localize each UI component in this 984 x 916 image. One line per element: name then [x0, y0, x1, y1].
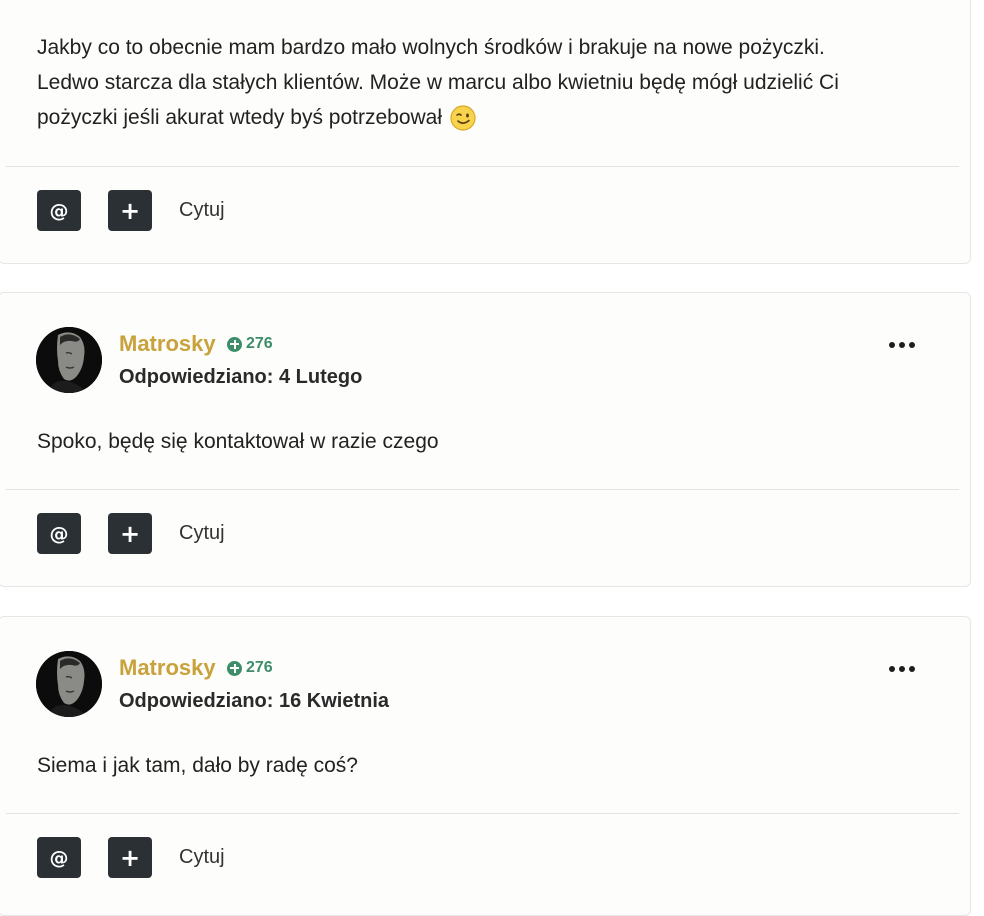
author-name[interactable]: Matrosky [119, 331, 216, 357]
post-card: Matrosky 276 Odpowiedziano: 4 Lutego Spo… [0, 292, 971, 587]
reputation-count: 276 [246, 335, 273, 352]
add-button[interactable]: + [108, 190, 152, 231]
post-body: Siema i jak tam, dało by radę coś? [37, 754, 358, 777]
reputation-badge: 276 [227, 659, 273, 677]
avatar[interactable] [36, 651, 102, 717]
avatar[interactable] [36, 327, 102, 393]
plus-circle-icon [227, 660, 242, 676]
divider [6, 813, 959, 814]
plus-circle-icon [227, 336, 242, 352]
avatar-image [36, 327, 102, 393]
post-date: Odpowiedziano: 4 Lutego [119, 366, 363, 388]
more-options-icon[interactable] [889, 340, 915, 350]
post-body: Jakby co to obecnie mam bardzo mało woln… [37, 30, 940, 135]
post-card: Jakby co to obecnie mam bardzo mało woln… [0, 0, 971, 264]
reputation-count: 276 [246, 659, 273, 676]
more-options-icon[interactable] [889, 664, 915, 674]
post-text-last-line: pożyczki jeśli akurat wtedy byś potrzebo… [37, 100, 940, 135]
add-button[interactable]: + [108, 513, 152, 554]
divider [6, 166, 959, 167]
post-text-line: Ledwo starcza dla stałych klientów. Może… [37, 71, 839, 94]
post-card: Matrosky 276 Odpowiedziano: 16 Kwietnia … [0, 616, 971, 916]
mention-button[interactable]: @ [37, 190, 81, 231]
add-button[interactable]: + [108, 837, 152, 878]
avatar-image [36, 651, 102, 717]
post-date: Odpowiedziano: 16 Kwietnia [119, 690, 390, 712]
mention-button[interactable]: @ [37, 837, 81, 878]
wink-emoji-icon [450, 105, 476, 132]
post-text-line: pożyczki jeśli akurat wtedy byś potrzebo… [37, 106, 443, 129]
quote-link[interactable]: Cytuj [179, 522, 225, 545]
divider [6, 489, 959, 490]
post-text-line: Jakby co to obecnie mam bardzo mało woln… [37, 36, 825, 59]
quote-link[interactable]: Cytuj [179, 199, 225, 222]
mention-button[interactable]: @ [37, 513, 81, 554]
author-name[interactable]: Matrosky [119, 655, 216, 681]
quote-link[interactable]: Cytuj [179, 846, 225, 869]
post-body: Spoko, będę się kontaktował w razie czeg… [37, 430, 439, 453]
reputation-badge: 276 [227, 335, 273, 353]
